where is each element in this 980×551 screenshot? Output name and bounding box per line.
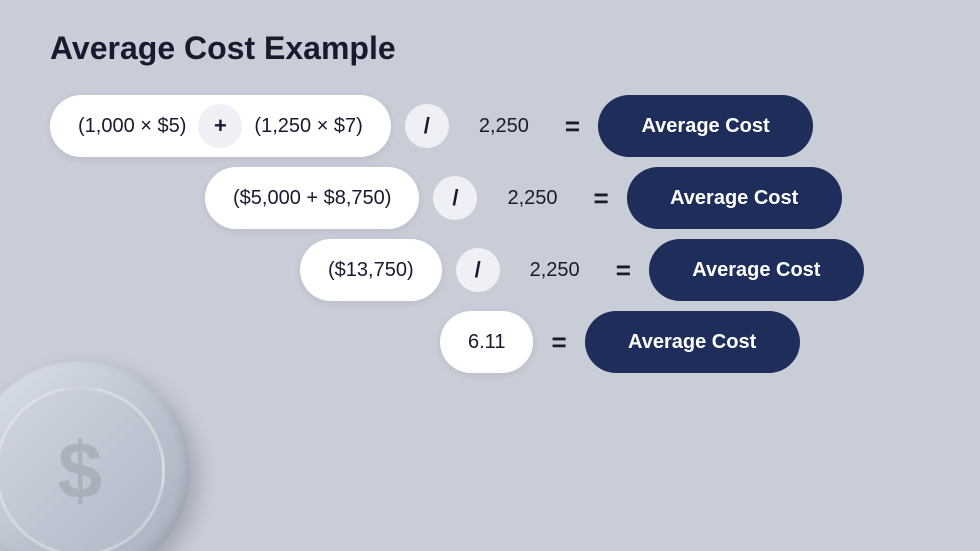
term-1b: (1,250 × $7) (254, 115, 362, 138)
plus-op: + (198, 104, 242, 148)
page-background: $ Average Cost Example (1,000 × $5) + (1… (0, 0, 980, 551)
equation-row-3: ($13,750) / 2,250 = Average Cost (50, 239, 930, 301)
page-title: Average Cost Example (50, 30, 930, 67)
divisor-3: 2,250 (530, 259, 580, 282)
term-4a: 6.11 (468, 331, 505, 354)
result-label-2: Average Cost (670, 187, 798, 210)
pill-row4: 6.11 (440, 311, 533, 373)
result-4: Average Cost (585, 311, 800, 373)
main-content: Average Cost Example (1,000 × $5) + (1,2… (0, 0, 980, 551)
equation-row-1: (1,000 × $5) + (1,250 × $7) / 2,250 = Av… (50, 95, 930, 157)
result-label-4: Average Cost (628, 331, 756, 354)
divide-op-1: / (405, 104, 449, 148)
equals-1: = (565, 111, 580, 142)
result-2: Average Cost (627, 167, 842, 229)
term-3a: ($13,750) (328, 259, 414, 282)
divisor-2: 2,250 (507, 187, 557, 210)
divide-op-2: / (433, 176, 477, 220)
divide-op-3: / (456, 248, 500, 292)
equations-container: (1,000 × $5) + (1,250 × $7) / 2,250 = Av… (50, 95, 930, 373)
term-2a: ($5,000 + $8,750) (233, 187, 391, 210)
term-1a: (1,000 × $5) (78, 115, 186, 138)
result-label-3: Average Cost (692, 259, 820, 282)
result-label-1: Average Cost (641, 115, 769, 138)
equation-row-2: ($5,000 + $8,750) / 2,250 = Average Cost (50, 167, 930, 229)
pill-row1: (1,000 × $5) + (1,250 × $7) (50, 95, 391, 157)
result-3: Average Cost (649, 239, 864, 301)
equation-row-4: 6.11 = Average Cost (50, 311, 930, 373)
result-1: Average Cost (598, 95, 813, 157)
equals-2: = (594, 183, 609, 214)
divisor-1: 2,250 (479, 115, 529, 138)
pill-row3: ($13,750) (300, 239, 442, 301)
equals-3: = (616, 255, 631, 286)
equals-4: = (551, 327, 566, 358)
pill-row2: ($5,000 + $8,750) (205, 167, 419, 229)
